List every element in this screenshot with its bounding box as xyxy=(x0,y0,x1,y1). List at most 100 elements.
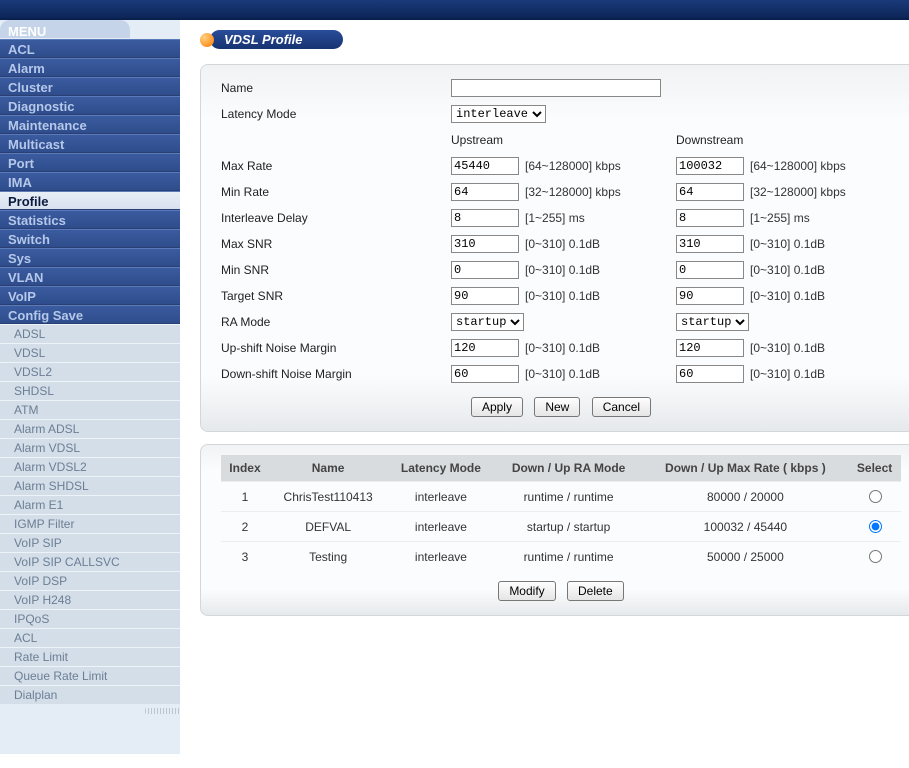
cell-index: 3 xyxy=(221,542,269,572)
up-min-snr-input[interactable] xyxy=(451,261,519,279)
sidebar-subitem-acl-sub[interactable]: ACL xyxy=(0,628,180,647)
hint-snr-down4: [0~310] 0.1dB xyxy=(750,341,825,355)
sidebar-subitem-atm[interactable]: ATM xyxy=(0,400,180,419)
sidebar-subitem-alarm-adsl[interactable]: Alarm ADSL xyxy=(0,419,180,438)
cell-index: 2 xyxy=(221,512,269,542)
sidebar-item-multicast[interactable]: Multicast xyxy=(0,134,180,153)
delete-button[interactable]: Delete xyxy=(567,581,624,601)
hint-snr-down2: [0~310] 0.1dB xyxy=(750,263,825,277)
label-min-snr: Min SNR xyxy=(221,263,451,277)
sidebar-subitem-ipqos[interactable]: IPQoS xyxy=(0,609,180,628)
down-min-snr-input[interactable] xyxy=(676,261,744,279)
sidebar-item-acl[interactable]: ACL xyxy=(0,39,180,58)
sidebar-subitem-igmp-filter[interactable]: IGMP Filter xyxy=(0,514,180,533)
sidebar-subitem-alarm-vdsl2[interactable]: Alarm VDSL2 xyxy=(0,457,180,476)
hint-snr-up1: [0~310] 0.1dB xyxy=(525,237,600,251)
cancel-button[interactable]: Cancel xyxy=(592,397,651,417)
up-max-snr-input[interactable] xyxy=(451,235,519,253)
hint-snr-down5: [0~310] 0.1dB xyxy=(750,367,825,381)
downstream-header: Downstream xyxy=(676,133,901,147)
down-delay-input[interactable] xyxy=(676,209,744,227)
sidebar-subitem-queue-rate-limit[interactable]: Queue Rate Limit xyxy=(0,666,180,685)
sidebar-item-switch[interactable]: Switch xyxy=(0,229,180,248)
sidebar-subitem-vdsl[interactable]: VDSL xyxy=(0,343,180,362)
sidebar-item-diagnostic[interactable]: Diagnostic xyxy=(0,96,180,115)
sidebar-item-alarm[interactable]: Alarm xyxy=(0,58,180,77)
sidebar-subitem-vdsl2[interactable]: VDSL2 xyxy=(0,362,180,381)
sidebar-subitem-alarm-vdsl[interactable]: Alarm VDSL xyxy=(0,438,180,457)
cell-ra: startup / startup xyxy=(495,512,643,542)
sidebar-item-vlan[interactable]: VLAN xyxy=(0,267,180,286)
up-delay-input[interactable] xyxy=(451,209,519,227)
cell-name: ChrisTest110413 xyxy=(269,482,387,512)
table-row: 3Testinginterleaveruntime / runtime50000… xyxy=(221,542,901,572)
cell-latency: interleave xyxy=(387,512,494,542)
down-min-rate-input[interactable] xyxy=(676,183,744,201)
sidebar-subitem-dialplan[interactable]: Dialplan xyxy=(0,685,180,704)
cell-ra: runtime / runtime xyxy=(495,482,643,512)
up-min-rate-input[interactable] xyxy=(451,183,519,201)
hint-delay-down: [1~255] ms xyxy=(750,211,810,225)
select-radio[interactable] xyxy=(869,490,882,503)
sidebar-subitem-shdsl[interactable]: SHDSL xyxy=(0,381,180,400)
table-panel: Index Name Latency Mode Down / Up RA Mod… xyxy=(200,444,909,616)
up-upshift-input[interactable] xyxy=(451,339,519,357)
resize-handle[interactable] xyxy=(145,708,180,714)
sidebar-subitem-alarm-shdsl[interactable]: Alarm SHDSL xyxy=(0,476,180,495)
modify-button[interactable]: Modify xyxy=(498,581,555,601)
sidebar-subitem-voip-sip-callsvc[interactable]: VoIP SIP CALLSVC xyxy=(0,552,180,571)
label-max-rate: Max Rate xyxy=(221,159,451,173)
new-button[interactable]: New xyxy=(534,397,580,417)
select-radio[interactable] xyxy=(869,550,882,563)
up-downshift-input[interactable] xyxy=(451,365,519,383)
down-upshift-input[interactable] xyxy=(676,339,744,357)
latency-mode-select[interactable]: interleave xyxy=(451,105,546,123)
top-bar xyxy=(0,0,909,20)
sidebar-item-sys[interactable]: Sys xyxy=(0,248,180,267)
label-name: Name xyxy=(221,81,451,95)
table-row: 1ChrisTest110413interleaveruntime / runt… xyxy=(221,482,901,512)
sidebar-subitem-voip-h248[interactable]: VoIP H248 xyxy=(0,590,180,609)
th-name: Name xyxy=(269,455,387,482)
sidebar-subitem-adsl[interactable]: ADSL xyxy=(0,324,180,343)
sidebar-subitem-voip-dsp[interactable]: VoIP DSP xyxy=(0,571,180,590)
page-title: VDSL Profile xyxy=(210,30,343,49)
label-max-snr: Max SNR xyxy=(221,237,451,251)
sidebar-item-cluster[interactable]: Cluster xyxy=(0,77,180,96)
sidebar-item-statistics[interactable]: Statistics xyxy=(0,210,180,229)
up-max-rate-input[interactable] xyxy=(451,157,519,175)
hint-snr-up2: [0~310] 0.1dB xyxy=(525,263,600,277)
cell-maxrate: 50000 / 25000 xyxy=(643,542,849,572)
down-max-snr-input[interactable] xyxy=(676,235,744,253)
sidebar-item-config-save[interactable]: Config Save xyxy=(0,305,180,324)
hint-rate-max-up: [64~128000] kbps xyxy=(525,159,621,173)
down-target-snr-input[interactable] xyxy=(676,287,744,305)
th-ra: Down / Up RA Mode xyxy=(495,455,643,482)
th-latency: Latency Mode xyxy=(387,455,494,482)
name-input[interactable] xyxy=(451,79,661,97)
down-max-rate-input[interactable] xyxy=(676,157,744,175)
label-min-rate: Min Rate xyxy=(221,185,451,199)
up-target-snr-input[interactable] xyxy=(451,287,519,305)
profile-table: Index Name Latency Mode Down / Up RA Mod… xyxy=(221,455,901,571)
sidebar-item-profile[interactable]: Profile xyxy=(0,191,180,210)
sidebar-item-voip[interactable]: VoIP xyxy=(0,286,180,305)
cell-latency: interleave xyxy=(387,542,494,572)
sidebar-item-port[interactable]: Port xyxy=(0,153,180,172)
th-select: Select xyxy=(848,455,901,482)
sidebar-subitem-rate-limit[interactable]: Rate Limit xyxy=(0,647,180,666)
sidebar-subitem-voip-sip[interactable]: VoIP SIP xyxy=(0,533,180,552)
cell-name: Testing xyxy=(269,542,387,572)
sidebar-subitem-alarm-e1[interactable]: Alarm E1 xyxy=(0,495,180,514)
down-downshift-input[interactable] xyxy=(676,365,744,383)
select-radio[interactable] xyxy=(869,520,882,533)
cell-maxrate: 100032 / 45440 xyxy=(643,512,849,542)
cell-name: DEFVAL xyxy=(269,512,387,542)
sidebar-item-ima[interactable]: IMA xyxy=(0,172,180,191)
label-ra-mode: RA Mode xyxy=(221,315,451,329)
down-ra-mode-select[interactable]: startup xyxy=(676,313,749,331)
sidebar-item-maintenance[interactable]: Maintenance xyxy=(0,115,180,134)
apply-button[interactable]: Apply xyxy=(471,397,523,417)
up-ra-mode-select[interactable]: startup xyxy=(451,313,524,331)
table-row: 2DEFVALinterleavestartup / startup100032… xyxy=(221,512,901,542)
